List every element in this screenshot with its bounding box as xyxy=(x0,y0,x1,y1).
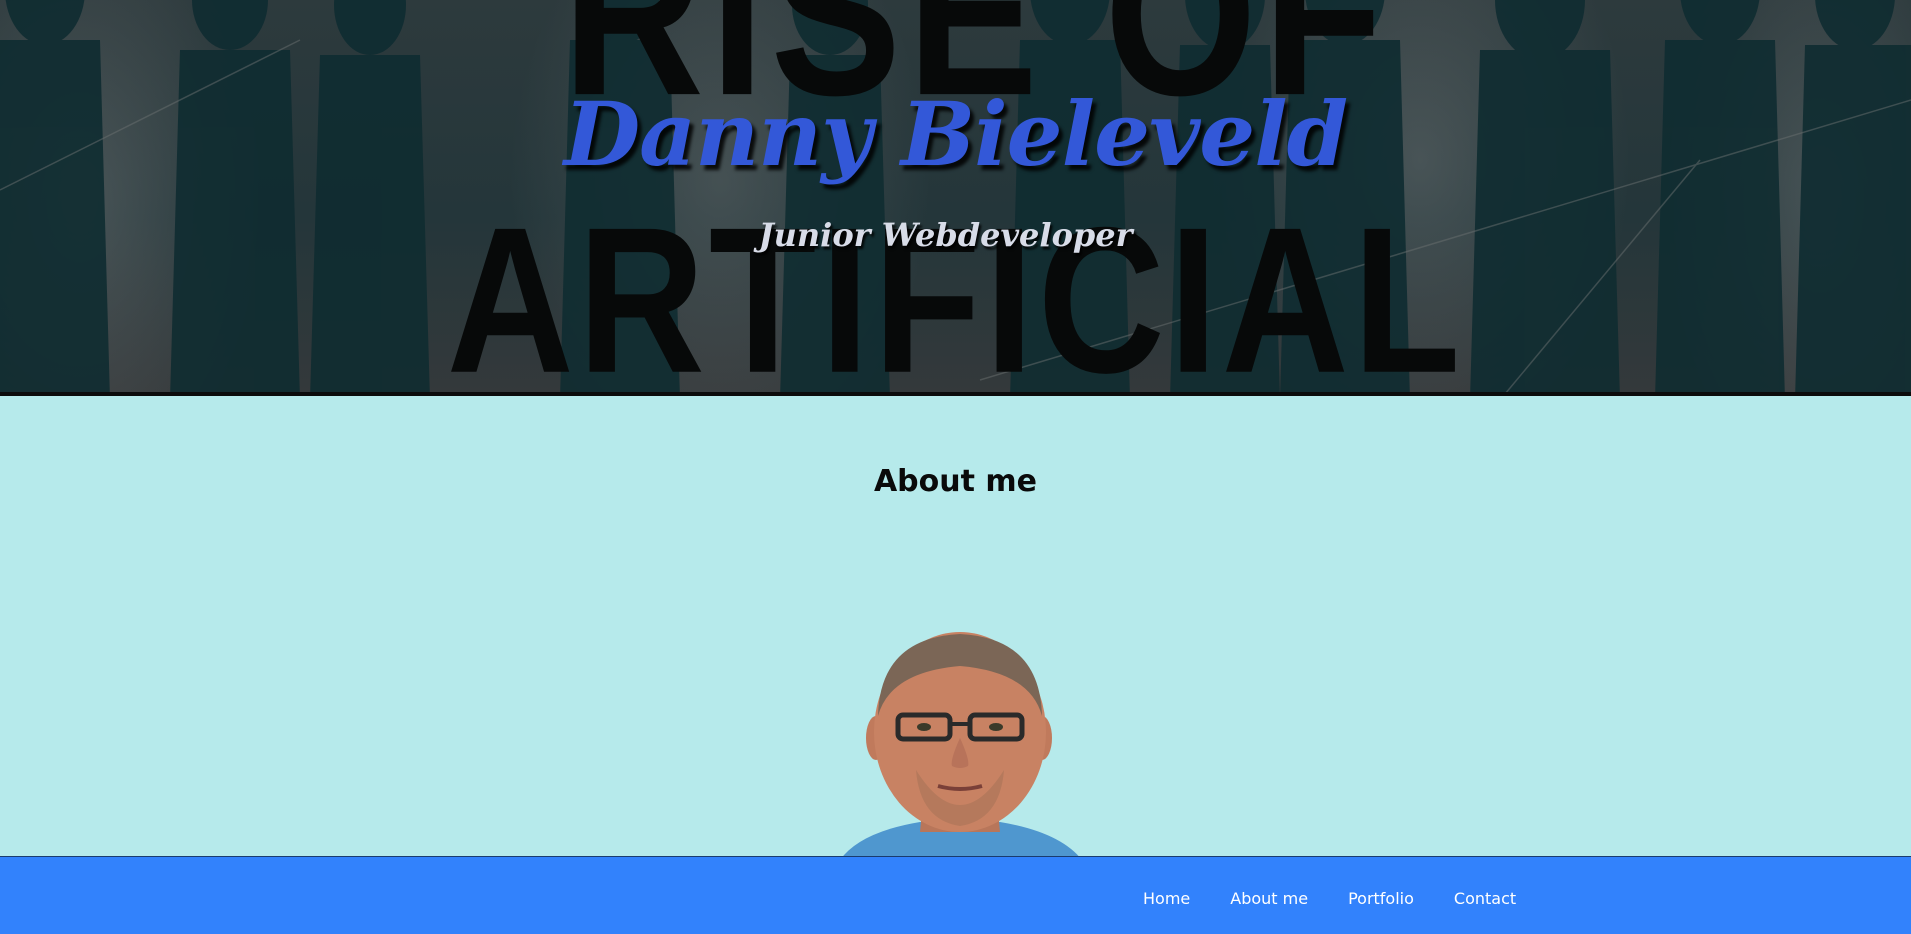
hero-divider xyxy=(0,392,1911,396)
profile-photo xyxy=(840,632,1082,860)
nav-link-home[interactable]: Home xyxy=(1143,889,1190,908)
nav-item-contact: Contact xyxy=(1454,889,1516,908)
main-navbar: Home About me Portfolio Contact xyxy=(0,856,1911,934)
nav-item-portfolio: Portfolio xyxy=(1348,889,1414,908)
nav-item-home: Home xyxy=(1143,889,1190,908)
nav-item-about: About me xyxy=(1230,889,1308,908)
nav-link-contact[interactable]: Contact xyxy=(1454,889,1516,908)
hero-title: Danny Bieleveld xyxy=(563,82,1348,186)
nav-link-portfolio[interactable]: Portfolio xyxy=(1348,889,1414,908)
hero-banner: RISE OF ARTIFICIAL Danny Bieleveld Junio… xyxy=(0,0,1911,394)
about-heading: About me xyxy=(873,464,1038,499)
nav-link-about[interactable]: About me xyxy=(1230,889,1308,908)
hero-subtitle: Junior Webdeveloper xyxy=(758,216,1133,254)
background-word-bottom: ARTIFICIAL xyxy=(446,185,1465,394)
nav-list: Home About me Portfolio Contact xyxy=(1143,889,1516,908)
